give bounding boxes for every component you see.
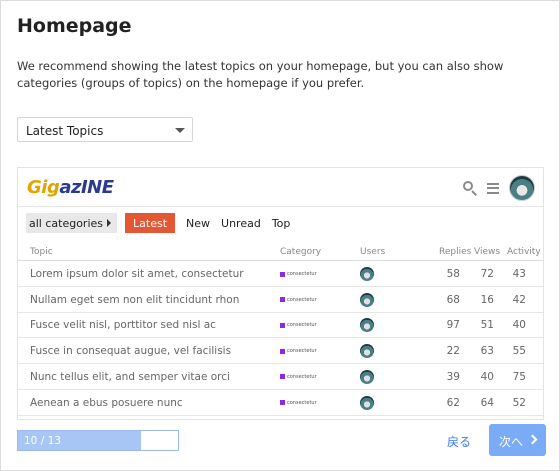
topic-nav: all categories Latest New Unread Top: [26, 213, 290, 233]
poster-avatar[interactable]: [360, 292, 374, 307]
activity-value: 43: [512, 268, 526, 280]
next-button[interactable]: 次へ: [489, 424, 546, 456]
column-category: Category: [280, 247, 322, 257]
views-count: 64: [480, 396, 494, 409]
tab-new[interactable]: New: [186, 217, 210, 230]
activity-value: 52: [512, 396, 526, 409]
replies-count: 97: [446, 319, 460, 332]
poster-avatar[interactable]: [360, 395, 374, 410]
poster-avatar[interactable]: [360, 267, 374, 281]
category-name: consectetur: [287, 373, 317, 380]
table-row[interactable]: Nullam eget sem non elit tincidunt rhon c…: [18, 288, 543, 313]
caret-right-icon: [107, 219, 112, 227]
category-badge[interactable]: consectetur: [280, 271, 317, 277]
column-users: Users: [360, 247, 386, 257]
replies-count: 62: [446, 396, 460, 409]
table-row[interactable]: Lorem ipsum dolor sit amet, consectetur c…: [18, 262, 543, 287]
chevron-right-icon: [527, 434, 538, 445]
table-row[interactable]: Fusce velit nisl, porttitor sed nisl ac c…: [18, 313, 543, 339]
column-views: Views: [474, 247, 501, 257]
activity-value: 55: [512, 345, 526, 358]
replies-count: 39: [446, 370, 460, 383]
category-swatch: [280, 348, 285, 354]
category-name: consectetur: [287, 348, 317, 355]
homepage-select[interactable]: Latest Topics: [17, 117, 193, 142]
progress-text: 10 / 13: [24, 435, 61, 447]
category-name: consectetur: [287, 271, 317, 277]
category-name: consectetur: [287, 322, 317, 329]
views-count: 40: [480, 370, 494, 383]
column-topic: Topic: [30, 247, 53, 257]
header-icons: [463, 174, 535, 202]
poster-avatar[interactable]: [360, 344, 374, 359]
page-title: Homepage: [17, 15, 132, 37]
user-avatar[interactable]: [509, 175, 535, 201]
views-count: 63: [480, 345, 494, 358]
chevron-down-icon: [175, 128, 185, 133]
wizard-panel: Homepage We recommend showing the latest…: [0, 0, 560, 471]
header-divider: [18, 206, 543, 207]
logo-part2: azINE: [59, 177, 114, 198]
topic-title[interactable]: Aenean a ebus posuere nunc: [30, 397, 183, 409]
category-swatch: [280, 374, 285, 380]
views-count: 72: [480, 268, 494, 280]
activity-value: 40: [512, 319, 526, 332]
poster-avatar[interactable]: [360, 318, 374, 333]
search-icon[interactable]: [463, 181, 477, 196]
all-categories-label: all categories: [29, 217, 104, 230]
next-button-label: 次へ: [499, 435, 524, 449]
table-row[interactable]: Aenean a ebus posuere nunc consectetur 62 6…: [18, 391, 543, 416]
table-row[interactable]: Fusce in consequat augue, vel facilisis c…: [18, 339, 543, 365]
topic-title[interactable]: Nullam eget sem non elit tincidunt rhon: [30, 294, 239, 306]
tab-unread[interactable]: Unread: [221, 217, 261, 230]
views-count: 16: [480, 293, 494, 306]
category-swatch: [280, 271, 285, 277]
column-activity: Activity: [507, 247, 541, 257]
site-logo: GigazINE: [27, 177, 114, 198]
tab-latest[interactable]: Latest: [125, 213, 176, 233]
category-swatch: [280, 400, 285, 405]
category-swatch: [280, 297, 285, 303]
category-name: consectetur: [287, 399, 317, 406]
logo-part1: Gig: [27, 177, 60, 198]
topic-title[interactable]: Lorem ipsum dolor sit amet, consectetur: [30, 268, 244, 280]
table-row[interactable]: Nunc tellus elit, and semper vitae orci c…: [18, 365, 543, 390]
topic-table-header: Topic Category Users Replies Views Activ…: [18, 243, 543, 261]
category-badge[interactable]: consectetur: [280, 297, 317, 303]
topic-title[interactable]: Fusce velit nisl, porttitor sed nisl ac: [30, 319, 216, 331]
category-badge[interactable]: consectetur: [280, 374, 317, 380]
category-badge[interactable]: consectetur: [280, 400, 317, 406]
category-name: consectetur: [287, 296, 317, 303]
topic-title[interactable]: Fusce in consequat augue, vel facilisis: [30, 345, 231, 357]
category-badge[interactable]: consectetur: [280, 322, 317, 328]
step-progress-bar: 10 / 13: [17, 430, 179, 451]
page-description: We recommend showing the latest topics o…: [17, 59, 504, 90]
category-badge[interactable]: consectetur: [280, 348, 317, 354]
poster-avatar[interactable]: [360, 369, 374, 384]
replies-count: 58: [446, 268, 460, 280]
back-button[interactable]: 戻る: [447, 433, 471, 450]
all-categories-dropdown[interactable]: all categories: [26, 213, 118, 233]
homepage-preview: GigazINE all categories Latest New Unrea…: [17, 167, 544, 420]
views-count: 51: [480, 319, 494, 332]
column-replies: Replies: [439, 247, 472, 257]
activity-value: 42: [512, 293, 526, 306]
category-swatch: [280, 322, 285, 328]
activity-value: 75: [512, 370, 526, 383]
hamburger-menu-icon[interactable]: [487, 182, 499, 194]
homepage-select-value: Latest Topics: [26, 124, 104, 138]
replies-count: 22: [446, 345, 460, 358]
replies-count: 68: [446, 293, 460, 306]
topic-title[interactable]: Nunc tellus elit, and semper vitae orci: [30, 371, 230, 383]
tab-top[interactable]: Top: [272, 217, 291, 230]
